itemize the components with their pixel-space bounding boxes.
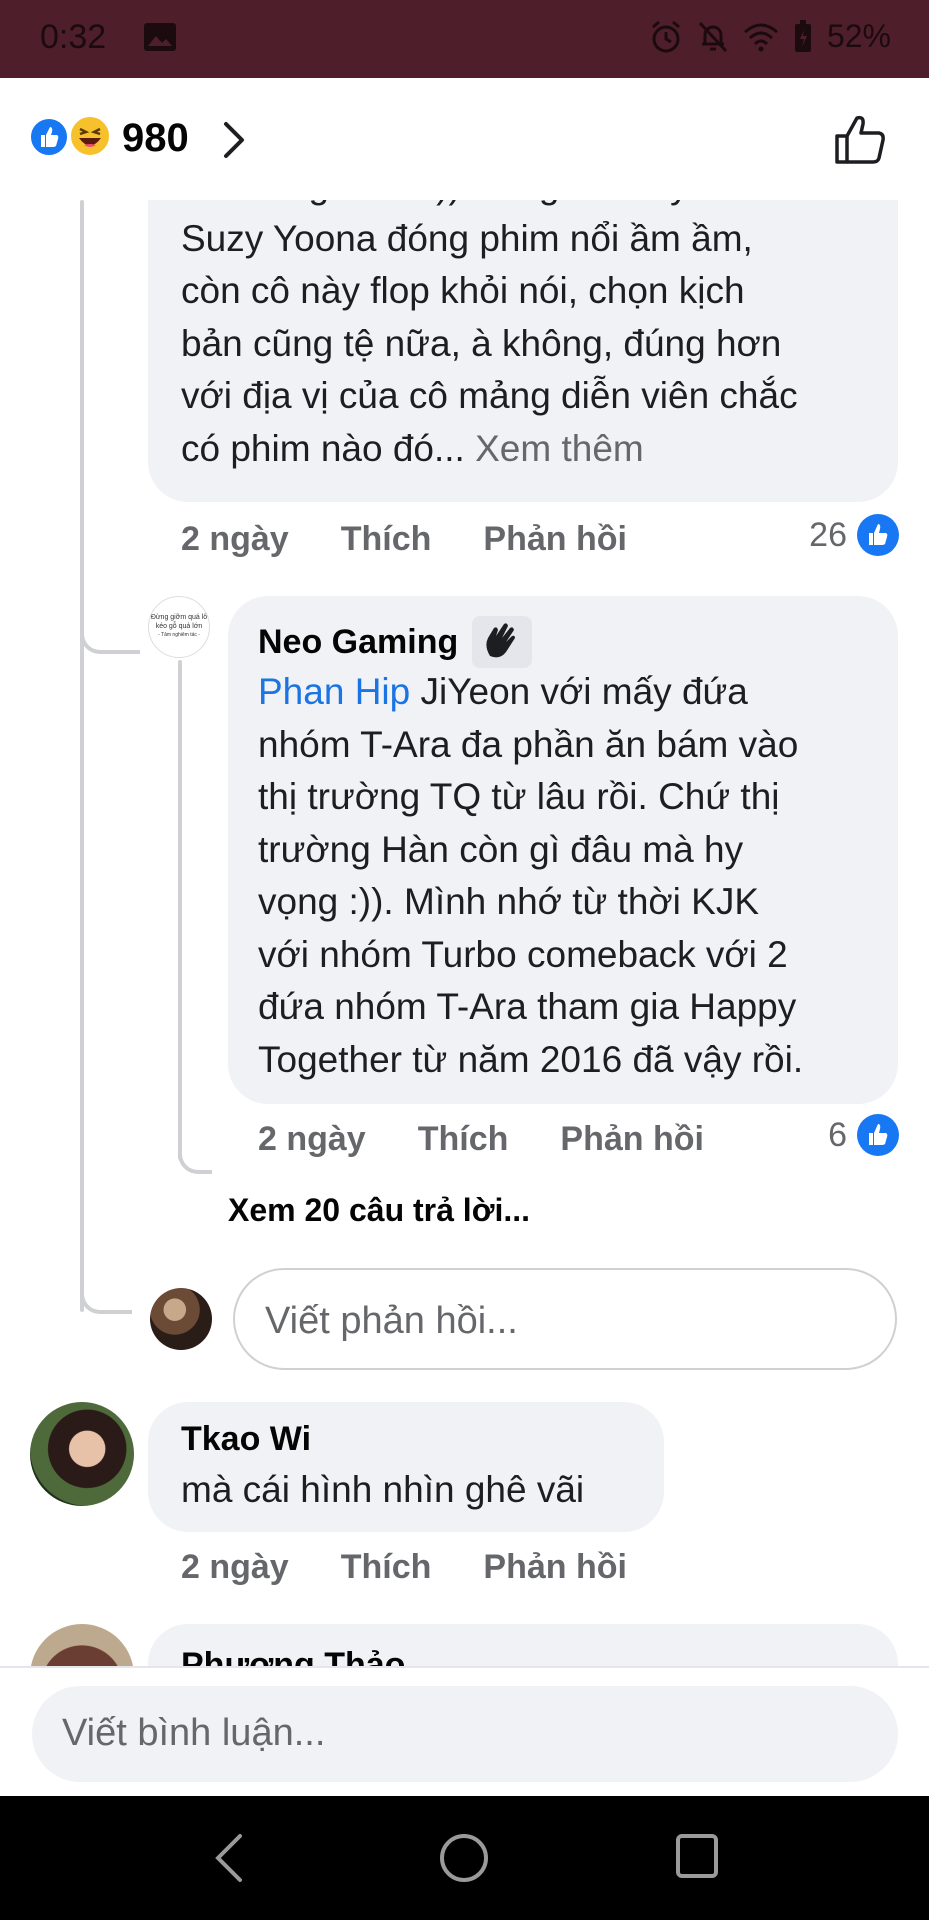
like-count-text: 26 xyxy=(809,515,847,554)
comment-author[interactable]: Tkao Wi xyxy=(181,1420,311,1459)
avatar-text: - Tâm nghiêm tác - xyxy=(158,632,200,638)
like-button[interactable]: Thích xyxy=(341,520,432,559)
reply-text-line: thị trường TQ từ lâu rồi. Chứ thị xyxy=(258,776,780,817)
avatar[interactable]: Đừng giỡm quá lố kéo gỗ quá lớn - Tâm ng… xyxy=(148,596,210,658)
thread-line xyxy=(178,660,182,1160)
see-more-link[interactable]: Xem thêm xyxy=(475,428,644,469)
recents-icon[interactable] xyxy=(674,1832,720,1880)
view-more-replies-link[interactable]: Xem 20 câu trả lời... xyxy=(228,1192,530,1229)
reply-button[interactable]: Phản hồi xyxy=(483,1548,627,1587)
comment-bubble[interactable]: Phương Thảo xyxy=(148,1624,898,1666)
comment-bubble[interactable]: còn cái gì nữa :)) Cũng thời Jiyeon có S… xyxy=(148,200,898,502)
thread-connector xyxy=(80,1290,132,1314)
reply-text-line: Together từ năm 2016 đã vậy rồi. xyxy=(258,1038,804,1080)
reply-button[interactable]: Phản hồi xyxy=(483,520,627,559)
comment-bubble[interactable]: Tkao Wi mà cái hình nhìn ghê vãi xyxy=(148,1402,664,1532)
comment-time: 2 ngày xyxy=(181,520,289,558)
like-thumb-icon[interactable] xyxy=(833,112,887,166)
avatar[interactable] xyxy=(30,1624,134,1666)
reply-text-line: trường Hàn còn gì đâu mà hy xyxy=(258,828,744,870)
reply-author[interactable]: Neo Gaming xyxy=(258,623,458,662)
comment-time: 2 ngày xyxy=(181,1548,289,1586)
comment-text-line: còn cái gì nữa :)) Cũng thời Jiyeon có xyxy=(181,200,881,213)
reply-like-count[interactable]: 6 xyxy=(828,1114,899,1156)
status-bar: 0:32 52% xyxy=(0,0,929,78)
status-time: 0:32 xyxy=(40,18,107,56)
reply-input-placeholder: Viết phản hồi... xyxy=(265,1300,518,1342)
user-avatar xyxy=(150,1288,212,1350)
wifi-icon xyxy=(743,23,778,51)
wave-badge-icon xyxy=(472,616,533,668)
comment-actions: 2 ngày Thích Phản hồi xyxy=(181,520,627,559)
thread-connector xyxy=(178,1150,212,1174)
avatar[interactable] xyxy=(30,1402,134,1506)
reply-time: 2 ngày xyxy=(258,1120,366,1158)
comments-list[interactable]: còn cái gì nữa :)) Cũng thời Jiyeon có S… xyxy=(0,200,929,1666)
comment-composer: Viết bình luận... xyxy=(0,1666,929,1796)
like-reaction-icon[interactable] xyxy=(28,116,70,158)
avatar-text: kéo gỗ quá lớn xyxy=(155,623,203,630)
comment-text-line: với địa vị của cô mảng diễn viên chắc xyxy=(181,375,798,416)
comments-sheet: 980 còn cái gì nữa :)) Cũng thời Jiyeon … xyxy=(0,78,929,1796)
like-count-text: 6 xyxy=(828,1115,847,1154)
reaction-count[interactable]: 980 xyxy=(122,116,189,161)
reply-button[interactable]: Phản hồi xyxy=(560,1120,704,1159)
reply-text-line: với nhóm Turbo comeback với 2 xyxy=(258,933,788,975)
battery-icon xyxy=(794,19,811,52)
system-nav-bar xyxy=(0,1796,929,1920)
avatar-text: Đừng giỡm quá lố xyxy=(150,614,208,621)
comment-text: mà cái hình nhìn ghê vãi xyxy=(181,1469,585,1510)
like-button[interactable]: Thích xyxy=(341,1548,432,1587)
like-badge-icon xyxy=(857,514,899,556)
back-icon[interactable] xyxy=(210,1832,250,1884)
thread-line xyxy=(80,200,84,1312)
reply-text-line: vọng :)). Mình nhớ từ thời KJK xyxy=(258,881,760,922)
like-button[interactable]: Thích xyxy=(418,1120,509,1159)
alarm-icon xyxy=(651,20,680,52)
status-icons: 52% xyxy=(649,18,891,55)
comment-text-line: có phim nào đó... xyxy=(181,427,465,469)
reply-text-line: JiYeon với mấy đứa xyxy=(410,671,748,712)
comment-actions: 2 ngày Thích Phản hồi xyxy=(181,1548,627,1587)
comment-author[interactable]: Phương Thảo xyxy=(181,1646,405,1666)
reply-bubble[interactable]: Neo Gaming Phan Hip JiYeon với mấy đứa n… xyxy=(228,596,898,1104)
notifications-off-icon xyxy=(698,21,728,52)
reply-text-line: nhóm T-Ara đa phần ăn bám vào xyxy=(258,723,799,765)
comment-input[interactable]: Viết bình luận... xyxy=(32,1686,898,1782)
image-notification-icon xyxy=(144,23,176,51)
comment-input-placeholder: Viết bình luận... xyxy=(62,1712,326,1754)
sheet-header: 980 xyxy=(0,78,929,200)
mention-link[interactable]: Phan Hip xyxy=(258,671,410,712)
chevron-right-icon[interactable] xyxy=(220,120,248,160)
reply-actions: 2 ngày Thích Phản hồi xyxy=(258,1120,704,1159)
battery-percent: 52% xyxy=(826,18,891,54)
comment-like-count[interactable]: 26 xyxy=(809,514,899,556)
thread-connector xyxy=(80,630,140,654)
comment-text-line: Suzy Yoona đóng phim nổi ầm ầm, xyxy=(181,217,753,259)
haha-reaction-icon[interactable] xyxy=(68,114,112,158)
reply-input[interactable]: Viết phản hồi... xyxy=(233,1268,897,1370)
home-icon[interactable] xyxy=(438,1832,490,1884)
reply-text-line: đứa nhóm T-Ara tham gia Happy xyxy=(258,986,797,1027)
comment-text-line: bản cũng tệ nữa, à không, đúng hơn xyxy=(181,322,782,364)
like-badge-icon xyxy=(857,1114,899,1156)
comment-text-line: còn cô này flop khỏi nói, chọn kịch xyxy=(181,270,745,311)
